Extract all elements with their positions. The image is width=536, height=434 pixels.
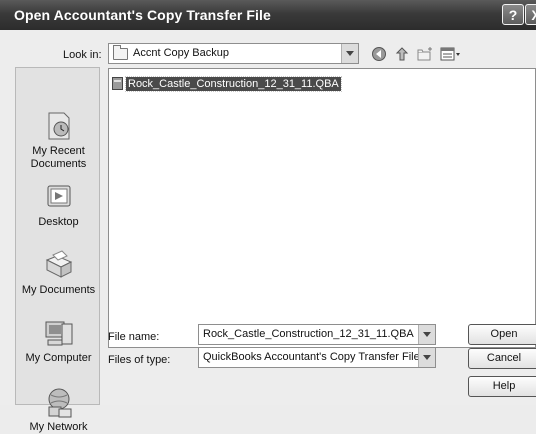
file-name-text: Rock_Castle_Construction_12_31_11.QBA <box>125 75 342 92</box>
open-file-dialog: Look in: Accnt Copy Backup My Recent Doc… <box>0 30 536 433</box>
qba-file-icon <box>112 77 123 90</box>
chevron-down-icon[interactable] <box>418 325 435 344</box>
title-bar: Open Accountant's Copy Transfer File ? X <box>0 0 536 30</box>
back-icon[interactable] <box>370 44 388 63</box>
files-of-type-dropdown[interactable]: QuickBooks Accountant's Copy Transfer Fi… <box>198 347 436 368</box>
look-in-label: Look in: <box>63 49 102 61</box>
place-my-computer[interactable]: My Computer <box>16 316 101 365</box>
desktop-icon <box>42 180 76 214</box>
my-network-icon <box>42 385 76 419</box>
folder-icon <box>113 45 128 60</box>
place-my-recent-documents[interactable]: My Recent Documents <box>16 109 101 171</box>
files-of-type-label: Files of type: <box>108 354 171 366</box>
recent-documents-icon <box>42 109 76 143</box>
file-name-label: File name: <box>108 331 160 343</box>
my-documents-icon <box>42 248 76 282</box>
title-close-button[interactable]: X <box>525 4 536 25</box>
views-menu-icon[interactable] <box>439 44 463 63</box>
place-desktop[interactable]: Desktop <box>16 180 101 229</box>
look-in-dropdown[interactable]: Accnt Copy Backup <box>108 43 359 64</box>
file-list[interactable]: Rock_Castle_Construction_12_31_11.QBA <box>108 68 536 348</box>
list-item[interactable]: Rock_Castle_Construction_12_31_11.QBA <box>112 75 342 92</box>
new-folder-icon[interactable] <box>416 44 434 63</box>
place-label: My Recent Documents <box>30 145 87 170</box>
places-bar: My Recent Documents Desktop My Documents… <box>15 67 101 433</box>
files-of-type-value: QuickBooks Accountant's Copy Transfer Fi… <box>203 351 418 363</box>
place-my-documents[interactable]: My Documents <box>16 248 101 297</box>
chevron-down-icon[interactable] <box>418 348 435 367</box>
place-label: My Computer <box>25 352 92 364</box>
place-label: My Network <box>29 421 88 433</box>
file-name-field[interactable]: Rock_Castle_Construction_12_31_11.QBA <box>198 324 436 345</box>
help-button[interactable]: Help <box>468 376 536 397</box>
place-my-network[interactable]: My Network <box>16 385 101 434</box>
look-in-value: Accnt Copy Backup <box>133 47 229 59</box>
up-folder-icon[interactable] <box>393 44 411 63</box>
chevron-down-icon[interactable] <box>341 44 358 63</box>
dialog-title: Open Accountant's Copy Transfer File <box>14 7 271 23</box>
title-help-button[interactable]: ? <box>502 4 524 25</box>
my-computer-icon <box>42 316 76 350</box>
place-label: Desktop <box>38 216 79 228</box>
file-name-value: Rock_Castle_Construction_12_31_11.QBA <box>203 328 414 340</box>
cancel-button[interactable]: Cancel <box>468 348 536 369</box>
open-button[interactable]: Open <box>468 324 536 345</box>
place-label: My Documents <box>21 284 96 296</box>
